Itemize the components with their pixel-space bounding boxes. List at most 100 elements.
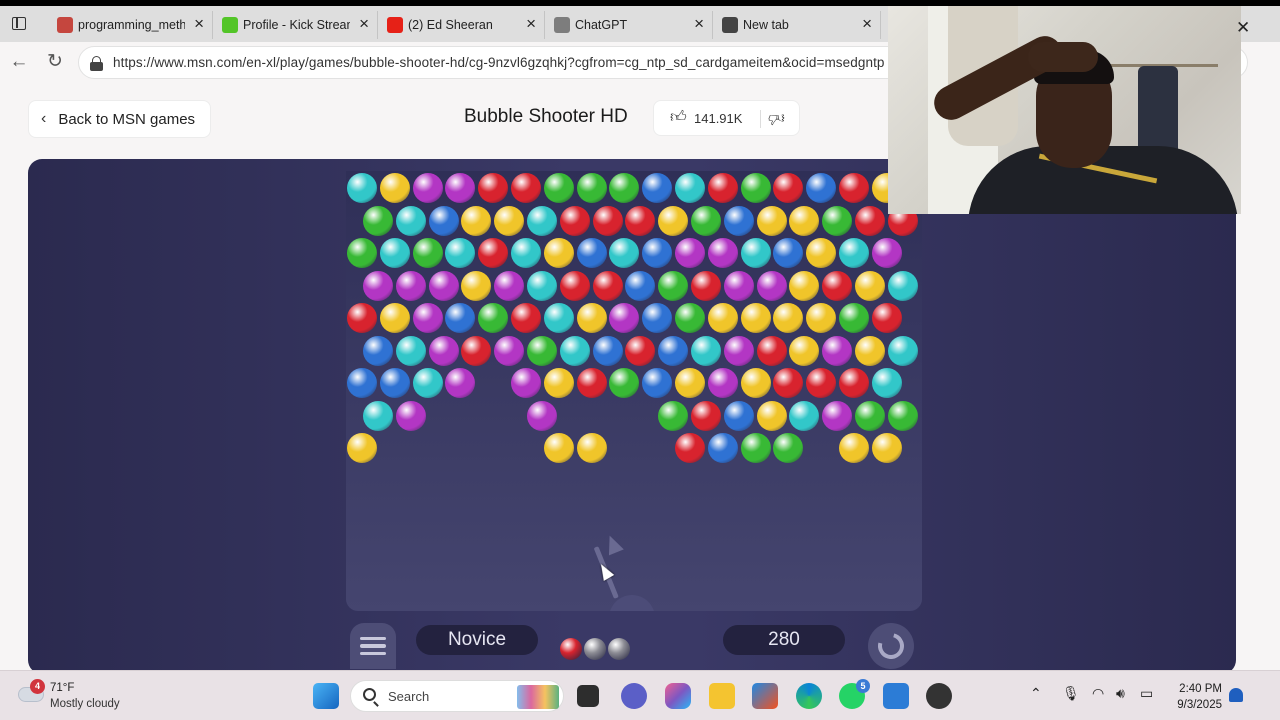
bubble (707, 303, 738, 333)
bubble (822, 335, 853, 366)
webcam-overlay (888, 6, 1241, 214)
bubble (806, 173, 837, 203)
volume-icon[interactable]: 🔊︎ (1116, 685, 1125, 702)
bubble (855, 335, 885, 366)
tab-actions-icon[interactable] (8, 14, 30, 34)
bubble (740, 368, 771, 398)
bubble (723, 335, 754, 366)
browser-tab[interactable]: (2) Ed Sheeran × (378, 11, 545, 39)
bubble (691, 270, 721, 301)
bubble (576, 433, 607, 463)
bubble (559, 335, 590, 366)
bubble (511, 238, 541, 268)
bubble (707, 238, 738, 268)
bubble-board[interactable] (346, 171, 922, 611)
bubble (592, 205, 623, 236)
microphone-icon[interactable]: 🎙︎ (1062, 685, 1080, 702)
temperature: 71°F (50, 682, 75, 694)
thumbs-down-icon[interactable]: 👍︎ (768, 108, 785, 127)
bubble (428, 205, 459, 236)
back-arrow-icon[interactable]: ← (8, 51, 30, 73)
weather-widget[interactable]: 4 71°F Mostly cloudy (16, 679, 156, 713)
refresh-icon[interactable]: ↻ (44, 51, 66, 73)
bubble (609, 238, 640, 268)
bubble (609, 368, 640, 398)
bubble (412, 368, 443, 398)
chevron-left-icon: ‹ (41, 110, 47, 127)
score-display: 280 (723, 625, 845, 655)
bubble (559, 205, 590, 236)
bubble (363, 335, 393, 366)
browser-tab[interactable]: New tab × (713, 11, 881, 39)
browser-tab[interactable]: ChatGPT × (545, 11, 713, 39)
window-close-icon[interactable]: ✕ (1236, 18, 1250, 38)
bubble (527, 400, 557, 431)
wifi-icon[interactable]: ◠ (1092, 685, 1104, 702)
time: 2:40 PM (1179, 683, 1222, 695)
edge-icon[interactable] (796, 683, 822, 709)
browser-window: programming_meth × Profile - Kick Stream ×(… (0, 6, 1280, 720)
tab-close-icon[interactable]: × (194, 14, 204, 34)
store-icon[interactable] (752, 683, 778, 709)
bubble (609, 303, 640, 333)
bubble (740, 433, 771, 463)
thumbs-up-icon[interactable]: 👍︎ (670, 108, 687, 127)
bubble (773, 303, 804, 333)
tab-close-icon[interactable]: × (694, 14, 704, 34)
battery-icon[interactable]: ▭ (1140, 685, 1153, 702)
bubble (822, 400, 853, 431)
bubble (675, 303, 705, 333)
bubble (675, 238, 705, 268)
browser-tab[interactable]: programming_meth × (48, 11, 213, 39)
tab-label: programming_meth (78, 18, 185, 32)
vscode-icon[interactable] (883, 683, 909, 709)
bubble (723, 205, 754, 236)
bubble (347, 303, 377, 333)
bubble (461, 335, 492, 366)
bubble (839, 173, 869, 203)
tab-close-icon[interactable]: × (862, 14, 872, 34)
bubble (822, 205, 853, 236)
bubble (871, 303, 902, 333)
bubble (395, 205, 426, 236)
bubble (740, 303, 771, 333)
bubble (839, 238, 869, 268)
bubble (740, 173, 771, 203)
bubble (576, 368, 607, 398)
file-explorer-icon[interactable] (709, 683, 735, 709)
obs-icon[interactable] (926, 683, 952, 709)
teams-icon[interactable] (621, 683, 647, 709)
start-icon[interactable] (313, 683, 339, 709)
bubble (379, 303, 410, 333)
bubble (543, 238, 574, 268)
system-tray[interactable]: ⌃ (1030, 685, 1042, 702)
rating-control: 👍︎ 141.91K 👍︎ (653, 100, 800, 136)
bubble (478, 173, 509, 203)
game-menu-button[interactable] (350, 623, 396, 669)
bubble (478, 238, 509, 268)
bubble (543, 303, 574, 333)
bubble (675, 433, 705, 463)
bubble (592, 270, 623, 301)
bubble (723, 270, 754, 301)
bubble (707, 368, 738, 398)
restart-button[interactable] (868, 623, 914, 669)
task-view-icon[interactable] (577, 685, 599, 707)
notification-bell-icon[interactable] (1229, 688, 1243, 702)
tab-close-icon[interactable]: × (526, 14, 536, 34)
clock[interactable]: 2:40 PM 9/3/2025 (1170, 681, 1222, 713)
bubble (658, 205, 689, 236)
bubble (887, 335, 918, 366)
taskbar-search[interactable]: Search (350, 680, 564, 712)
tab-close-icon[interactable]: × (359, 14, 369, 34)
back-to-games-button[interactable]: ‹ Back to MSN games (28, 100, 211, 138)
bubble (658, 400, 689, 431)
copilot-icon[interactable] (665, 683, 691, 709)
bubble (822, 270, 853, 301)
bubble (412, 173, 443, 203)
browser-tab[interactable]: Profile - Kick Stream × (213, 11, 378, 39)
bubble (658, 270, 689, 301)
bubble (379, 173, 410, 203)
bubble (675, 368, 705, 398)
url-text[interactable]: https://www.msn.com/en-xl/play/games/bub… (113, 55, 885, 70)
